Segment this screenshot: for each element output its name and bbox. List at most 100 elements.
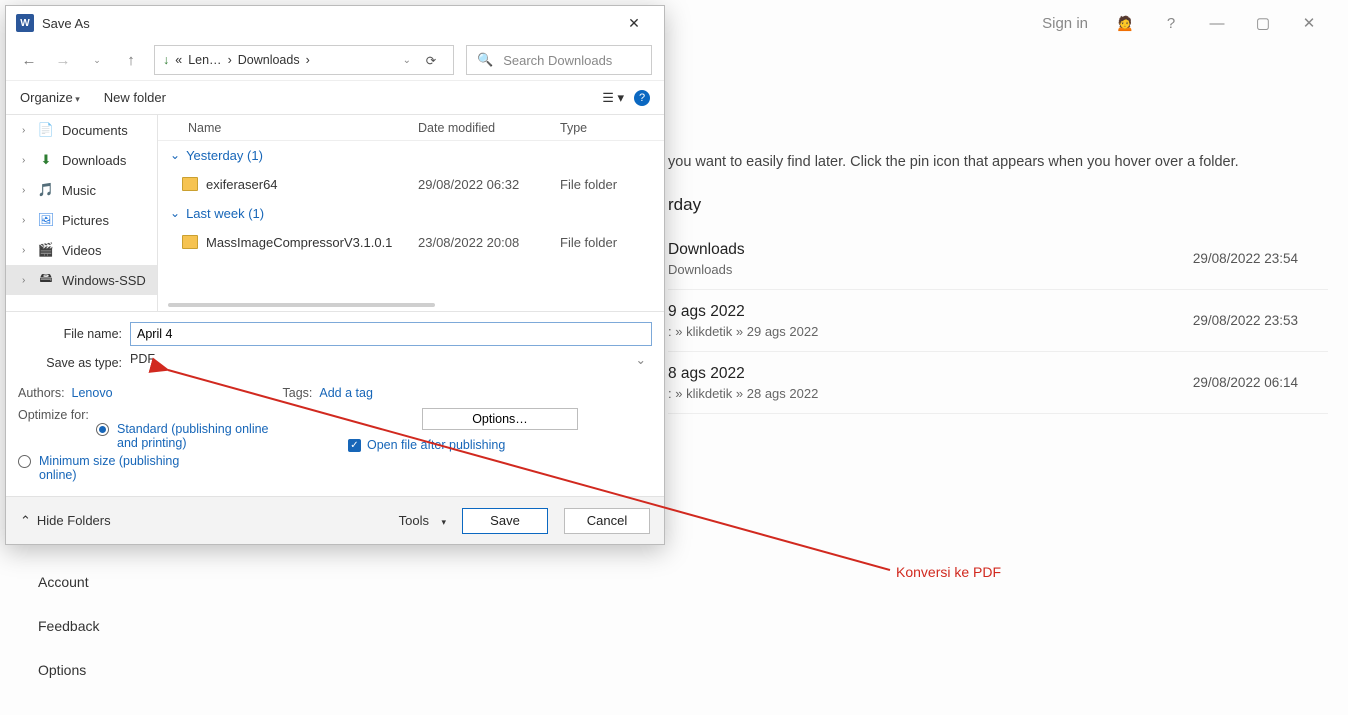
options-button[interactable]: Options… bbox=[422, 408, 578, 430]
col-name[interactable]: Name bbox=[158, 121, 418, 135]
nav-feedback[interactable]: Feedback bbox=[0, 604, 160, 648]
nav-account[interactable]: Account bbox=[0, 560, 160, 604]
tree-label: Pictures bbox=[62, 213, 109, 228]
saveas-label: Save as type: bbox=[18, 356, 130, 370]
tree-label: Windows-SSD bbox=[62, 273, 146, 288]
recent-title: 8 ags 2022 bbox=[668, 365, 818, 383]
folder-icon bbox=[182, 177, 198, 191]
horizontal-scrollbar[interactable] bbox=[168, 301, 654, 309]
tree-label: Downloads bbox=[62, 153, 126, 168]
file-name: MassImageCompressorV3.1.0.1 bbox=[206, 235, 392, 250]
group-last-week[interactable]: Last week (1) bbox=[158, 199, 664, 227]
tree-label: Videos bbox=[62, 243, 102, 258]
list-item[interactable]: exiferaser64 29/08/2022 06:32 File folde… bbox=[158, 169, 664, 199]
dialog-titlebar: W Save As ✕ bbox=[6, 6, 664, 40]
organize-menu[interactable]: Organize bbox=[20, 90, 80, 105]
filename-input[interactable] bbox=[130, 322, 652, 346]
left-nav: Account Feedback Options bbox=[0, 560, 160, 692]
file-date: 29/08/2022 06:32 bbox=[418, 177, 560, 192]
save-button[interactable]: Save bbox=[462, 508, 548, 534]
chevron-up-icon: ⌃ bbox=[20, 513, 31, 529]
nav-options[interactable]: Options bbox=[0, 648, 160, 692]
tools-menu[interactable]: Tools bbox=[399, 513, 446, 528]
nav-forward-button[interactable]: → bbox=[52, 49, 74, 71]
col-date[interactable]: Date modified bbox=[418, 121, 560, 135]
nav-back-button[interactable]: ← bbox=[18, 49, 40, 71]
nav-up-button[interactable]: ↑ bbox=[120, 49, 142, 71]
window-titlebar: Sign in 🙍 ? — ▢ ✕ bbox=[1042, 0, 1348, 46]
file-name: exiferaser64 bbox=[206, 177, 278, 192]
chevron-down-icon[interactable]: ⌄ bbox=[403, 55, 411, 66]
search-placeholder: Search Downloads bbox=[503, 53, 612, 68]
path-seg[interactable]: Downloads bbox=[238, 53, 300, 67]
user-icon[interactable]: 🙍 bbox=[1116, 14, 1134, 32]
documents-icon: 📄 bbox=[38, 122, 54, 138]
file-list: Name Date modified Type Yesterday (1) ex… bbox=[158, 115, 664, 311]
saveas-type-select[interactable]: PDF bbox=[130, 352, 652, 374]
recent-row[interactable]: Downloads Downloads 29/08/2022 23:54 bbox=[668, 228, 1328, 290]
check-icon: ✓ bbox=[348, 439, 361, 452]
pictures-icon: 🖼 bbox=[38, 212, 54, 228]
col-type[interactable]: Type bbox=[560, 121, 664, 135]
tree-item-windows-ssd[interactable]: ›🖴Windows-SSD bbox=[6, 265, 157, 295]
help-icon[interactable]: ? bbox=[1162, 14, 1180, 32]
optimize-label: Optimize for: bbox=[18, 408, 94, 422]
dialog-close-button[interactable]: ✕ bbox=[614, 8, 654, 38]
word-logo-icon: W bbox=[16, 14, 34, 32]
tree-item-downloads[interactable]: ›⬇Downloads bbox=[6, 145, 157, 175]
tree-label: Music bbox=[62, 183, 96, 198]
radio-label: Minimum size (publishing online) bbox=[39, 454, 209, 482]
annotation-text: Konversi ke PDF bbox=[896, 564, 1001, 580]
section-label: rday bbox=[668, 195, 701, 215]
videos-icon: 🎬 bbox=[38, 242, 54, 258]
hide-folders-toggle[interactable]: ⌃ Hide Folders bbox=[20, 513, 111, 529]
tree-label: Documents bbox=[62, 123, 128, 138]
folder-tree: ›📄Documents ›⬇Downloads ›🎵Music ›🖼Pictur… bbox=[6, 115, 158, 311]
tree-item-pictures[interactable]: ›🖼Pictures bbox=[6, 205, 157, 235]
radio-standard[interactable]: Standard (publishing online and printing… bbox=[96, 422, 318, 450]
hide-folders-label: Hide Folders bbox=[37, 513, 111, 528]
path-sep: › bbox=[306, 53, 310, 67]
minimize-icon[interactable]: — bbox=[1208, 14, 1226, 32]
tree-item-music[interactable]: ›🎵Music bbox=[6, 175, 157, 205]
folder-icon bbox=[182, 235, 198, 249]
recent-date: 29/08/2022 23:54 bbox=[1193, 251, 1298, 266]
cancel-button[interactable]: Cancel bbox=[564, 508, 650, 534]
list-header: Name Date modified Type bbox=[158, 115, 664, 141]
help-badge-icon[interactable]: ? bbox=[634, 90, 650, 106]
filename-label: File name: bbox=[18, 327, 130, 341]
drive-icon: 🖴 bbox=[38, 272, 54, 288]
sign-in-link[interactable]: Sign in bbox=[1042, 15, 1088, 32]
recent-row[interactable]: 9 ags 2022 : » klikdetik » 29 ags 2022 2… bbox=[668, 290, 1328, 352]
authors-label: Authors: bbox=[18, 386, 65, 400]
open-after-checkbox[interactable]: ✓Open file after publishing bbox=[348, 438, 652, 452]
authors-value[interactable]: Lenovo bbox=[72, 386, 113, 400]
tree-item-videos[interactable]: ›🎬Videos bbox=[6, 235, 157, 265]
nav-recent-dropdown[interactable]: ⌄ bbox=[86, 49, 108, 71]
group-yesterday[interactable]: Yesterday (1) bbox=[158, 141, 664, 169]
new-folder-button[interactable]: New folder bbox=[104, 90, 166, 105]
tags-value[interactable]: Add a tag bbox=[319, 386, 373, 400]
address-bar[interactable]: ↓ « Len… › Downloads › ⌄ ⟳ bbox=[154, 45, 454, 75]
path-seg[interactable]: Len… bbox=[188, 53, 221, 67]
maximize-icon[interactable]: ▢ bbox=[1254, 14, 1272, 32]
recent-title: Downloads bbox=[668, 241, 745, 259]
recent-row[interactable]: 8 ags 2022 : » klikdetik » 28 ags 2022 2… bbox=[668, 352, 1328, 414]
recent-path: Downloads bbox=[668, 262, 745, 277]
file-type: File folder bbox=[560, 235, 664, 250]
list-item[interactable]: MassImageCompressorV3.1.0.1 23/08/2022 2… bbox=[158, 227, 664, 257]
tags-label: Tags: bbox=[283, 386, 313, 400]
radio-label: Standard (publishing online and printing… bbox=[117, 422, 287, 450]
recent-date: 29/08/2022 06:14 bbox=[1193, 375, 1298, 390]
hint-text: you want to easily find later. Click the… bbox=[668, 154, 1239, 170]
view-menu-icon[interactable]: ☰ ▾ bbox=[602, 90, 624, 106]
recent-path: : » klikdetik » 28 ags 2022 bbox=[668, 386, 818, 401]
radio-minimum[interactable]: Minimum size (publishing online) bbox=[18, 454, 209, 482]
close-icon[interactable]: ✕ bbox=[1300, 14, 1318, 32]
radio-dot-icon bbox=[18, 455, 31, 468]
tree-item-documents[interactable]: ›📄Documents bbox=[6, 115, 157, 145]
refresh-button[interactable]: ⟳ bbox=[417, 53, 445, 68]
path-sep: › bbox=[228, 53, 232, 67]
recent-path: : » klikdetik » 29 ags 2022 bbox=[668, 324, 818, 339]
search-field[interactable]: 🔍 Search Downloads bbox=[466, 45, 652, 75]
